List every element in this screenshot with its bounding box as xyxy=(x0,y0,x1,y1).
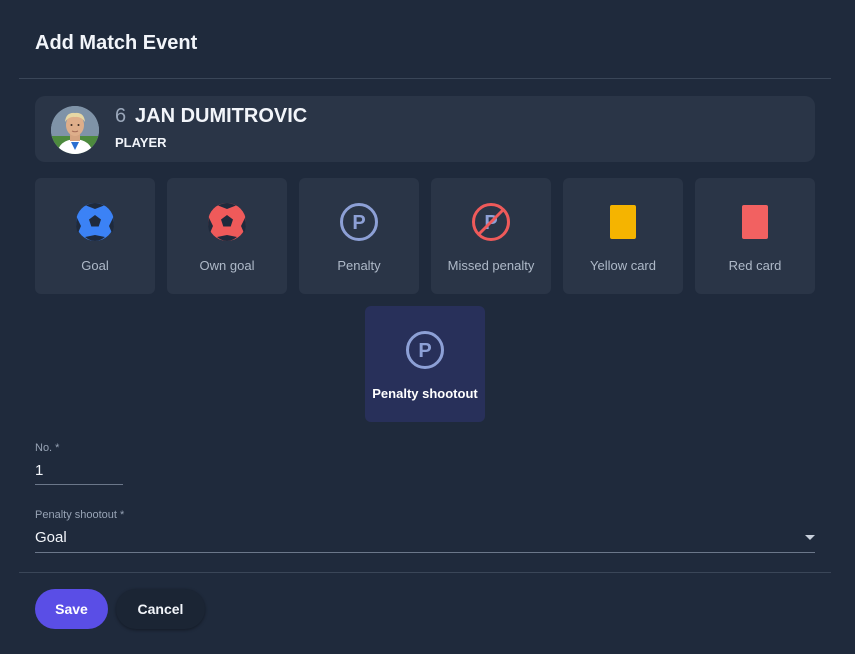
event-penalty-shootout[interactable]: P Penalty shootout xyxy=(365,306,485,422)
missed-penalty-icon: P xyxy=(471,202,511,242)
event-label: Goal xyxy=(81,258,109,273)
event-red-card[interactable]: Red card xyxy=(695,178,815,294)
shootout-field-label: Penalty shootout * xyxy=(35,509,125,521)
soccer-ball-icon xyxy=(207,202,247,242)
shootout-select-underline xyxy=(35,552,815,553)
player-card: 6 JAN DUMITROVIC PLAYER xyxy=(35,96,815,162)
dialog-title: Add Match Event xyxy=(35,32,198,54)
player-number: 6 xyxy=(115,105,127,127)
player-name: JAN DUMITROVIC xyxy=(135,105,308,127)
chevron-down-icon[interactable] xyxy=(805,535,815,540)
event-own-goal[interactable]: Own goal xyxy=(167,178,287,294)
event-missed-penalty[interactable]: P Missed penalty xyxy=(431,178,551,294)
number-field[interactable]: 1 xyxy=(35,462,43,479)
save-button[interactable]: Save xyxy=(35,589,108,629)
player-avatar xyxy=(51,106,99,154)
number-field-label: No. * xyxy=(35,442,60,454)
event-penalty[interactable]: P Penalty xyxy=(299,178,419,294)
cancel-button[interactable]: Cancel xyxy=(116,589,205,629)
number-field-underline xyxy=(35,484,123,485)
event-label: Yellow card xyxy=(589,258,656,273)
event-yellow-card[interactable]: Yellow card xyxy=(563,178,683,294)
svg-text:P: P xyxy=(418,340,431,362)
penalty-icon: P xyxy=(339,202,379,242)
header-divider xyxy=(19,78,831,79)
event-label: Penalty xyxy=(337,258,381,273)
soccer-ball-icon xyxy=(75,202,115,242)
event-label: Missed penalty xyxy=(447,258,535,273)
event-goal[interactable]: Goal xyxy=(35,178,155,294)
shootout-select[interactable]: Goal xyxy=(35,529,67,546)
yellow-card-icon xyxy=(603,202,643,242)
penalty-icon: P xyxy=(405,330,445,370)
svg-text:P: P xyxy=(352,212,365,234)
footer-divider xyxy=(19,572,831,573)
event-label: Red card xyxy=(728,258,782,273)
red-card-icon xyxy=(735,202,775,242)
event-label: Penalty shootout xyxy=(372,386,478,401)
player-role: PLAYER xyxy=(115,135,167,150)
event-label: Own goal xyxy=(199,258,255,273)
